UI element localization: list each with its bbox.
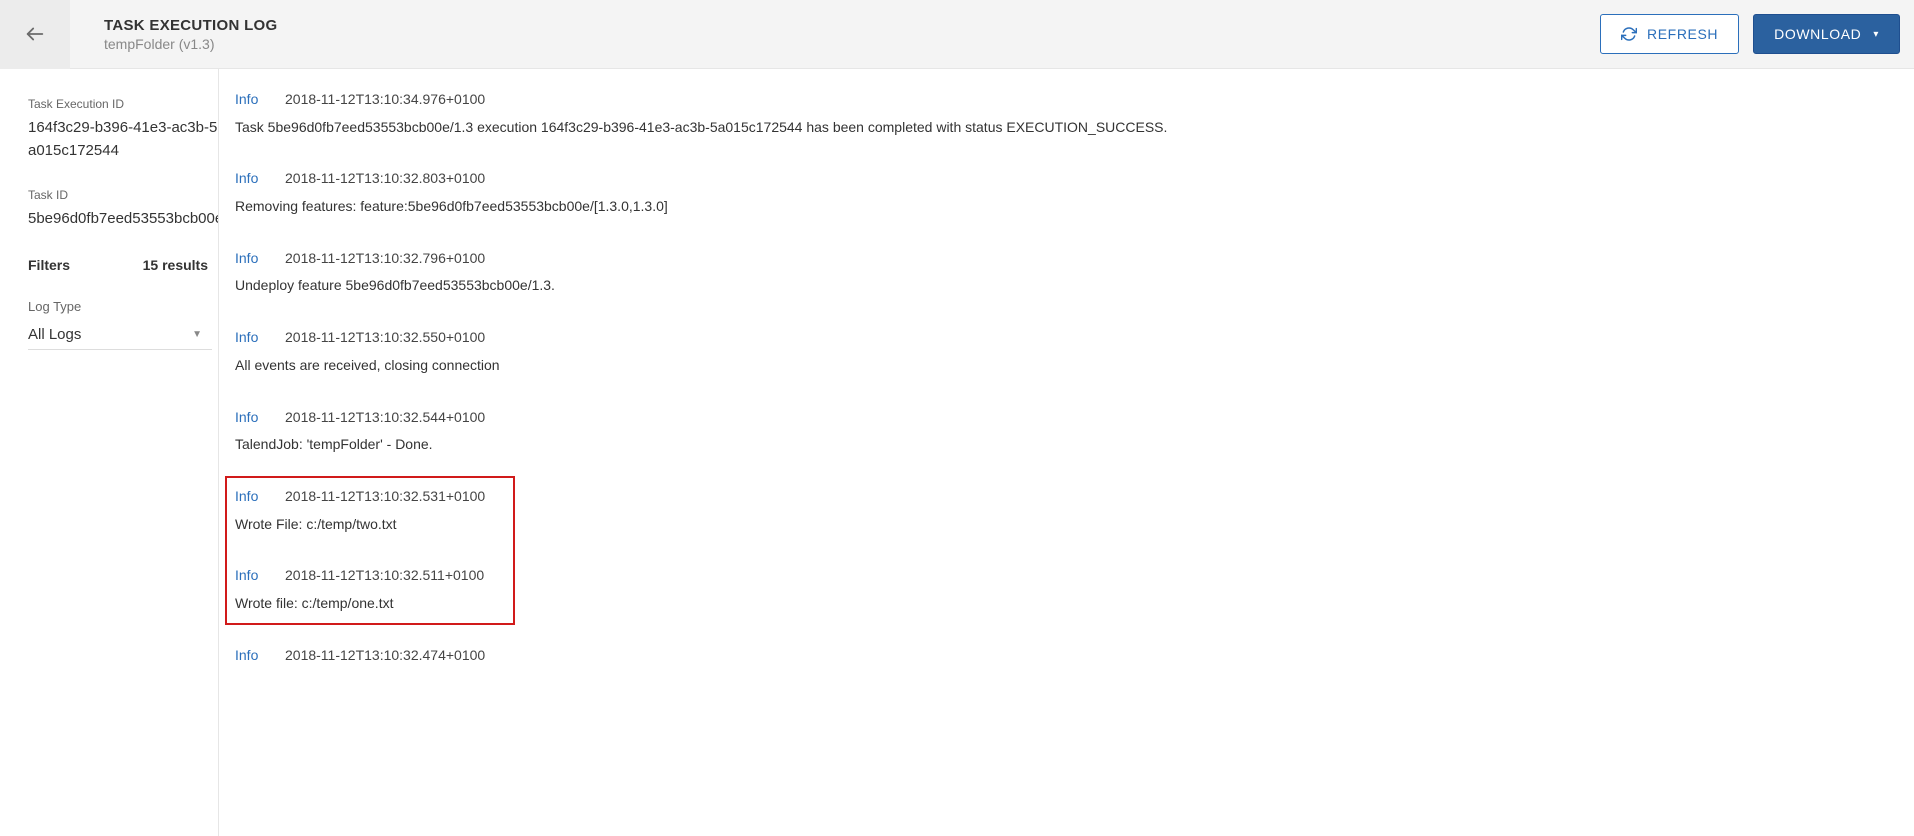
header-bar: TASK EXECUTION LOG tempFolder (v1.3) REF… [0, 0, 1914, 69]
log-message: Wrote File: c:/temp/two.txt [235, 514, 1898, 536]
log-entry: Info 2018-11-12T13:10:34.976+0100 Task 5be… [235, 89, 1898, 138]
header-titles: TASK EXECUTION LOG tempFolder (v1.3) [70, 17, 1600, 52]
log-timestamp: 2018-11-12T13:10:32.474+0100 [285, 645, 485, 667]
download-button[interactable]: DOWNLOAD ▾ [1753, 14, 1900, 54]
log-head: Info 2018-11-12T13:10:32.531+0100 [235, 486, 1898, 508]
log-head: Info 2018-11-12T13:10:32.544+0100 [235, 407, 1898, 429]
log-entry: Info 2018-11-12T13:10:32.511+0100 Wrote fi… [235, 565, 1898, 614]
log-entry: Info 2018-11-12T13:10:32.796+0100 Undeploy… [235, 248, 1898, 297]
log-entry: Info 2018-11-12T13:10:32.550+0100 All even… [235, 327, 1898, 376]
logtype-select[interactable]: All Logs ▼ [28, 320, 212, 350]
log-content[interactable]: Info 2018-11-12T13:10:34.976+0100 Task 5be… [219, 69, 1914, 836]
page-title: TASK EXECUTION LOG [104, 17, 1600, 34]
log-message: Removing features: feature:5be96d0fb7eed… [235, 196, 1898, 218]
log-head: Info 2018-11-12T13:10:32.550+0100 [235, 327, 1898, 349]
exec-id-label: Task Execution ID [28, 97, 218, 111]
log-entry: Info 2018-11-12T13:10:32.544+0100 TalendJo… [235, 407, 1898, 456]
log-level: Info [235, 248, 263, 270]
task-id-value: 5be96d0fb7eed53553bcb00e [28, 208, 218, 231]
log-timestamp: 2018-11-12T13:10:32.550+0100 [285, 327, 485, 349]
refresh-button[interactable]: REFRESH [1600, 14, 1739, 54]
log-timestamp: 2018-11-12T13:10:32.531+0100 [285, 486, 485, 508]
log-head: Info 2018-11-12T13:10:34.976+0100 [235, 89, 1898, 111]
log-head: Info 2018-11-12T13:10:32.511+0100 [235, 565, 1898, 587]
log-timestamp: 2018-11-12T13:10:32.796+0100 [285, 248, 485, 270]
header-actions: REFRESH DOWNLOAD ▾ [1600, 14, 1914, 54]
log-message: TalendJob: 'tempFolder' - Done. [235, 434, 1898, 456]
log-level: Info [235, 89, 263, 111]
log-head: Info 2018-11-12T13:10:32.474+0100 [235, 645, 1898, 667]
log-message: Wrote file: c:/temp/one.txt [235, 593, 1898, 615]
task-id-label: Task ID [28, 188, 218, 202]
log-head: Info 2018-11-12T13:10:32.796+0100 [235, 248, 1898, 270]
results-count: 15 results [143, 257, 208, 273]
chevron-down-icon: ▾ [1873, 29, 1879, 40]
log-level: Info [235, 407, 263, 429]
log-level: Info [235, 486, 263, 508]
arrow-left-icon [24, 23, 46, 45]
log-level: Info [235, 168, 263, 190]
logtype-value: All Logs [28, 326, 81, 343]
body: Task Execution ID 164f3c29-b396-41e3-ac3… [0, 69, 1914, 836]
log-message: Task 5be96d0fb7eed53553bcb00e/1.3 execut… [235, 117, 1898, 139]
filters-row: Filters 15 results [28, 257, 218, 273]
log-timestamp: 2018-11-12T13:10:32.511+0100 [285, 565, 484, 587]
log-timestamp: 2018-11-12T13:10:32.544+0100 [285, 407, 485, 429]
back-button[interactable] [0, 0, 70, 69]
exec-id-value: 164f3c29-b396-41e3-ac3b-5a015c172544 [28, 117, 218, 162]
log-message: Undeploy feature 5be96d0fb7eed53553bcb00… [235, 275, 1898, 297]
log-timestamp: 2018-11-12T13:10:32.803+0100 [285, 168, 485, 190]
refresh-icon [1621, 26, 1637, 42]
filters-label: Filters [28, 257, 70, 273]
log-level: Info [235, 327, 263, 349]
download-label: DOWNLOAD [1774, 26, 1861, 42]
log-entry: Info 2018-11-12T13:10:32.803+0100 Removing… [235, 168, 1898, 217]
log-timestamp: 2018-11-12T13:10:34.976+0100 [285, 89, 485, 111]
page-subtitle: tempFolder (v1.3) [104, 36, 1600, 52]
chevron-down-icon: ▼ [192, 329, 202, 340]
log-message: All events are received, closing connect… [235, 355, 1898, 377]
log-entry: Info 2018-11-12T13:10:32.474+0100 [235, 645, 1898, 667]
refresh-label: REFRESH [1647, 26, 1718, 42]
logtype-label: Log Type [28, 299, 218, 314]
log-level: Info [235, 645, 263, 667]
log-level: Info [235, 565, 263, 587]
sidebar: Task Execution ID 164f3c29-b396-41e3-ac3… [0, 69, 219, 836]
log-entry: Info 2018-11-12T13:10:32.531+0100 Wrote Fi… [235, 486, 1898, 535]
log-head: Info 2018-11-12T13:10:32.803+0100 [235, 168, 1898, 190]
